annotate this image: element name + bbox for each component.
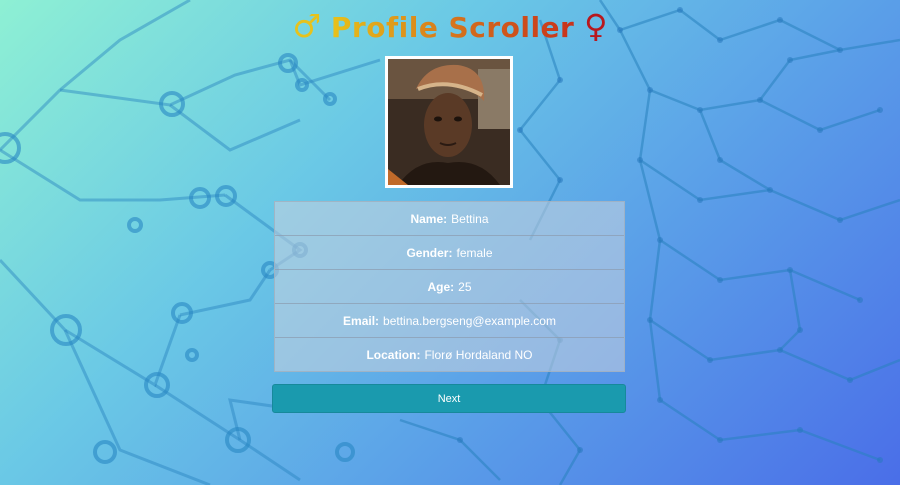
field-value: female: [456, 245, 493, 260]
field-value: 25: [458, 279, 472, 294]
next-button[interactable]: Next: [272, 384, 626, 413]
male-symbol-icon: ♂: [292, 7, 322, 45]
page-title: ♂ Profile Scroller ♀: [0, 6, 900, 48]
profile-info-table: Name: Bettina Gender: female Age: 25 Ema…: [274, 201, 625, 372]
field-label: Gender:: [406, 245, 453, 260]
gender-row: Gender: female: [275, 236, 624, 270]
location-row: Location: Florø Hordaland NO: [275, 338, 624, 371]
age-row: Age: 25: [275, 270, 624, 304]
field-value: Florø Hordaland NO: [424, 347, 533, 362]
field-value: Bettina: [451, 211, 489, 226]
field-label: Name:: [410, 211, 448, 226]
profile-photo: [385, 56, 513, 188]
field-label: Email:: [343, 313, 380, 328]
field-label: Age:: [427, 279, 455, 294]
female-symbol-icon: ♀: [584, 7, 608, 45]
name-row: Name: Bettina: [275, 202, 624, 236]
field-value: bettina.bergseng@example.com: [383, 313, 556, 328]
email-row: Email: bettina.bergseng@example.com: [275, 304, 624, 338]
title-text: Profile Scroller: [330, 11, 575, 44]
field-label: Location:: [366, 347, 421, 362]
